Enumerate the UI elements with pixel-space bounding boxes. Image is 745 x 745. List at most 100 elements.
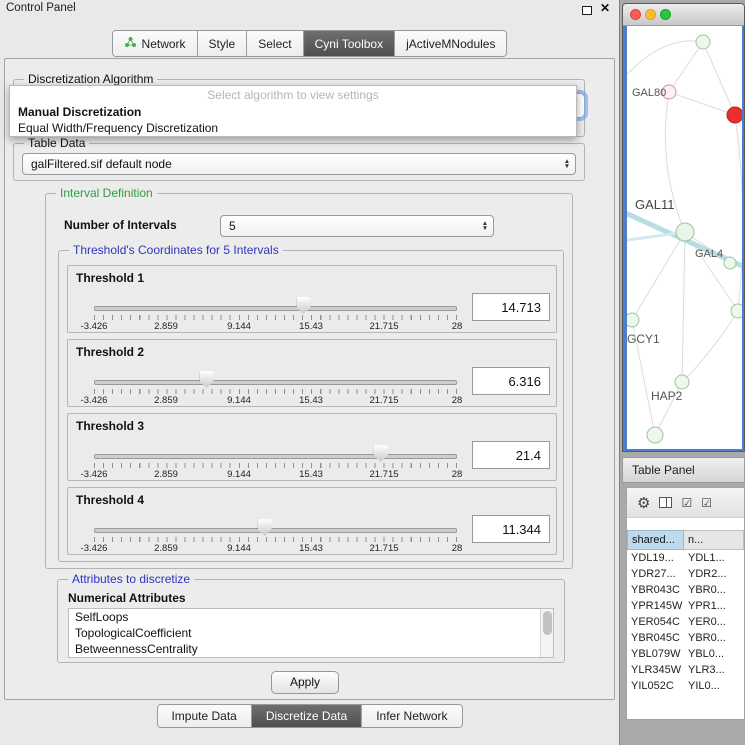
tab-impute-data[interactable]: Impute Data — [157, 705, 251, 727]
threshold-3-value-field[interactable]: 21.4 — [472, 441, 550, 469]
tick-label: 15.43 — [299, 543, 323, 554]
tab-label: Network — [142, 37, 186, 51]
threshold-3-panel: Threshold 3 -3.426 2.859 9.144 15.43 21.… — [67, 413, 557, 481]
tick-label: -3.426 — [81, 469, 108, 480]
table-row[interactable]: YDL19...YDL1... — [627, 550, 744, 566]
number-of-intervals-label: Number of Intervals — [64, 218, 177, 232]
network-window-titlebar[interactable] — [623, 4, 744, 26]
tab-infer-network[interactable]: Infer Network — [362, 705, 461, 727]
tick-label: 2.859 — [154, 543, 178, 554]
combobox-value: 5 — [221, 219, 477, 233]
network-icon — [124, 36, 137, 51]
combobox-arrows-icon: ▲▼ — [559, 159, 575, 169]
number-of-intervals-combobox[interactable]: 5 ▲▼ — [220, 215, 494, 237]
slider-ticks — [94, 463, 458, 468]
list-item-betweennesscentrality[interactable]: BetweennessCentrality — [69, 641, 553, 657]
network-node-hap2[interactable] — [675, 375, 689, 389]
threshold-1-value-field[interactable]: 14.713 — [472, 293, 550, 321]
control-panel-titlebar: Control Panel ✕ — [0, 0, 619, 18]
group-title: Attributes to discretize — [68, 572, 194, 586]
tick-label: 2.859 — [154, 469, 178, 480]
node-label-gcy1: GCY1 — [627, 332, 660, 346]
threshold-1-slider-thumb[interactable] — [297, 297, 311, 314]
tab-label: Select — [258, 37, 291, 51]
threshold-2-slider-track[interactable] — [94, 380, 457, 385]
tick-label: 9.144 — [227, 469, 251, 480]
select-all-icon[interactable]: ☑ — [681, 496, 692, 510]
threshold-3-label: Threshold 3 — [76, 419, 144, 433]
threshold-4-value-field[interactable]: 11.344 — [472, 515, 550, 543]
list-item-topologicalcoefficient[interactable]: TopologicalCoefficient — [69, 625, 553, 641]
table-row[interactable]: YBR045CYBR0... — [627, 630, 744, 646]
slider-ticks — [94, 537, 458, 542]
table-body: YDL19...YDL1... YDR27...YDR2... YBR043CY… — [627, 550, 744, 719]
threshold-4-slider-thumb[interactable] — [258, 519, 272, 536]
table-row[interactable]: YLR345WYLR3... — [627, 662, 744, 678]
node-label-gal80: GAL80 — [632, 87, 666, 99]
tab-discretize-data[interactable]: Discretize Data — [252, 705, 362, 727]
network-node-gal4[interactable] — [676, 223, 694, 241]
tick-label: 15.43 — [299, 395, 323, 406]
tab-select[interactable]: Select — [247, 31, 303, 56]
tab-network[interactable]: Network — [113, 31, 198, 56]
threshold-3-slider-track[interactable] — [94, 454, 457, 459]
tab-style[interactable]: Style — [198, 31, 248, 56]
network-node-selected-red[interactable] — [727, 107, 742, 123]
control-panel: Control Panel ✕ Network Style Select Cyn… — [0, 0, 620, 745]
list-scrollbar[interactable] — [540, 609, 553, 657]
network-node[interactable] — [731, 304, 742, 318]
float-window-icon[interactable] — [582, 6, 592, 15]
table-panel: ⚙ ☑ ☑ shared... n... YDL19...YDL1... YDR… — [626, 487, 745, 720]
numerical-attributes-label: Numerical Attributes — [68, 591, 186, 605]
tab-jactivemnodules[interactable]: jActiveMNodules — [395, 31, 506, 56]
network-node[interactable] — [724, 257, 736, 269]
network-node-gcy1[interactable] — [627, 313, 639, 327]
threshold-1-slider-track[interactable] — [94, 306, 457, 311]
thresholds-group: Threshold's Coordinates for 5 Intervals … — [58, 250, 564, 562]
clear-selection-icon[interactable]: ☑ — [701, 496, 712, 510]
table-row[interactable]: YPR145WYPR1... — [627, 598, 744, 614]
table-row[interactable]: YDR27...YDR2... — [627, 566, 744, 582]
scrollbar-thumb[interactable] — [543, 611, 552, 635]
combobox-arrows-icon: ▲▼ — [477, 221, 493, 231]
tab-cyni-toolbox[interactable]: Cyni Toolbox — [304, 31, 395, 56]
threshold-2-panel: Threshold 2 -3.426 2.859 9.144 15.43 21.… — [67, 339, 557, 407]
dropdown-item-manual-discretization[interactable]: Manual Discretization — [10, 104, 576, 120]
column-header-shared-name[interactable]: shared... — [627, 530, 684, 550]
table-data-combobox[interactable]: galFiltered.sif default node ▲▼ — [22, 153, 576, 175]
table-row[interactable]: YBL079WYBL0... — [627, 646, 744, 662]
gear-icon[interactable]: ⚙ — [637, 494, 650, 512]
table-row[interactable]: YIL052CYIL0... — [627, 678, 744, 694]
tick-label: 9.144 — [227, 543, 251, 554]
threshold-4-slider-track[interactable] — [94, 528, 457, 533]
dropdown-item-equal-width-frequency[interactable]: Equal Width/Frequency Discretization — [10, 120, 576, 136]
columns-icon[interactable] — [659, 497, 672, 508]
threshold-1-label: Threshold 1 — [76, 271, 144, 285]
network-node[interactable] — [647, 427, 663, 443]
threshold-2-slider-thumb[interactable] — [200, 371, 214, 388]
network-canvas[interactable]: GAL80 GAL11 GAL4 GCY1 HAP2 — [627, 26, 742, 449]
list-item-selfloops[interactable]: SelfLoops — [69, 609, 553, 625]
node-label-hap2: HAP2 — [651, 389, 683, 403]
attributes-to-discretize-group: Attributes to discretize Numerical Attri… — [57, 579, 565, 663]
tick-label: 9.144 — [227, 395, 251, 406]
threshold-2-value-field[interactable]: 6.316 — [472, 367, 550, 395]
network-node[interactable] — [696, 35, 710, 49]
table-panel-titlebar: Table Panel — [622, 457, 745, 483]
numerical-attributes-list: SelfLoops TopologicalCoefficient Between… — [68, 608, 554, 658]
zoom-traffic-light[interactable] — [660, 9, 671, 20]
interval-definition-group: Interval Definition Number of Intervals … — [45, 193, 573, 569]
apply-button[interactable]: Apply — [271, 671, 339, 694]
tick-label: 28 — [452, 321, 463, 332]
close-icon[interactable]: ✕ — [600, 1, 610, 15]
tick-label: 21.715 — [369, 543, 398, 554]
close-traffic-light[interactable] — [630, 9, 641, 20]
table-row[interactable]: YER054CYER0... — [627, 614, 744, 630]
threshold-3-slider-thumb[interactable] — [374, 445, 388, 462]
tick-label: 15.43 — [299, 321, 323, 332]
table-row[interactable]: YBR043CYBR0... — [627, 582, 744, 598]
table-toolbar: ⚙ ☑ ☑ — [627, 488, 744, 518]
group-title: Discretization Algorithm — [24, 72, 157, 86]
minimize-traffic-light[interactable] — [645, 9, 656, 20]
column-header-name[interactable]: n... — [684, 530, 744, 550]
